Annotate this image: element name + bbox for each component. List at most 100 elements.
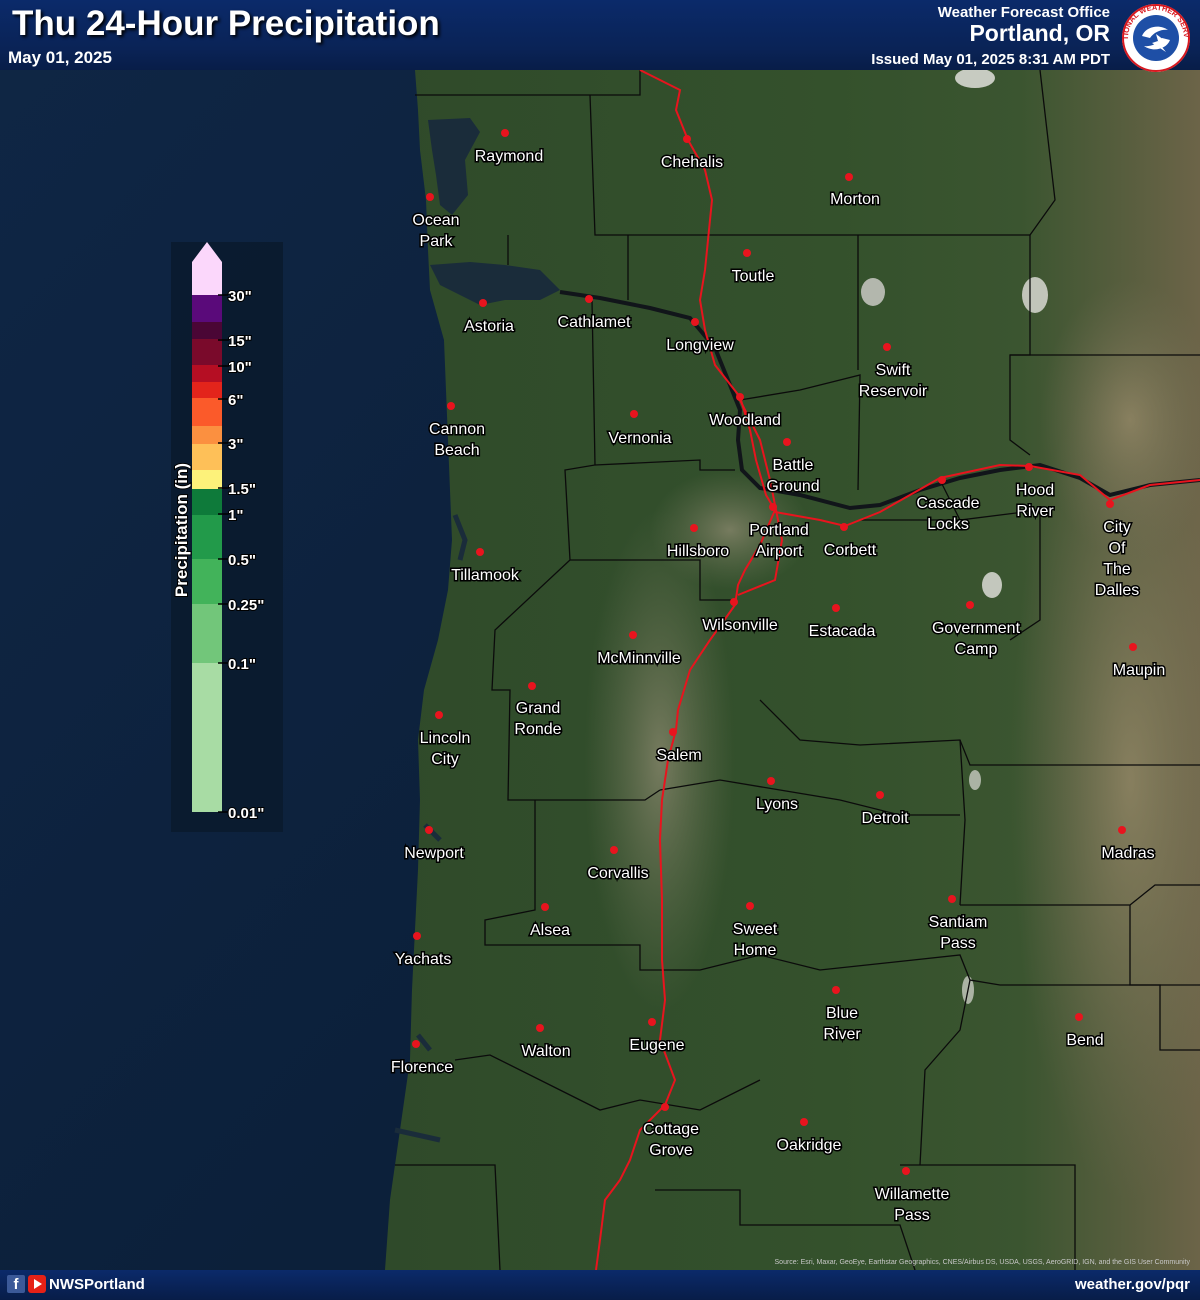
city-marker: Hillsboro	[665, 524, 731, 562]
city-label: Portland	[749, 522, 809, 539]
city-label: Corvallis	[587, 865, 648, 882]
city-marker: Portland Airport	[748, 503, 810, 562]
facebook-icon[interactable]: f	[7, 1275, 25, 1293]
city-label: Eugene	[629, 1037, 684, 1054]
city-markers: Raymond Chehalis Morton Ocean Park Toutle Asto…	[389, 129, 1167, 1226]
city-dot	[832, 986, 840, 994]
city-label: Toutle	[732, 268, 775, 285]
city-label: Park	[420, 233, 454, 250]
city-marker: Estacada	[807, 604, 877, 642]
city-dot	[845, 173, 853, 181]
city-label: McMinnville	[597, 650, 681, 667]
city-marker: Alsea	[528, 903, 572, 941]
city-label: Chehalis	[661, 154, 723, 171]
city-marker: Maupin	[1111, 643, 1167, 681]
city-marker: Ocean Park	[411, 193, 461, 252]
city-label: Salem	[656, 747, 701, 764]
city-label: Battle	[773, 457, 814, 474]
city-marker: Government Camp	[930, 601, 1022, 660]
forecast-graphic: 30" 15" 10" 6" 3" 1.5" 1" 0.5" 0.25" 0.1" 0.01" Pr…	[0, 0, 1200, 1300]
city-marker: Raymond	[473, 129, 545, 167]
city-dot	[1025, 463, 1033, 471]
nws-logo: NATIONAL WEATHER SERVICE	[1120, 2, 1191, 72]
city-label: City	[431, 751, 459, 768]
city-dot	[541, 903, 549, 911]
city-dot	[683, 135, 691, 143]
city-label: Hood	[1016, 482, 1054, 499]
city-label: Morton	[830, 191, 880, 208]
footer-bar: f NWSPortland weather.gov/pqr	[0, 1270, 1200, 1300]
city-dot	[691, 318, 699, 326]
city-dot	[769, 503, 777, 511]
city-dot	[800, 1118, 808, 1126]
city-label: Beach	[434, 442, 479, 459]
office-name: Portland, OR	[969, 20, 1110, 46]
city-marker: Sweet Home	[731, 902, 779, 961]
city-dot	[413, 932, 421, 940]
city-marker: Lincoln City	[418, 711, 472, 770]
city-dot	[661, 1103, 669, 1111]
valid-date: May 01, 2025	[8, 48, 112, 67]
city-marker: Cottage Grove	[641, 1103, 701, 1161]
city-label: Camp	[955, 641, 998, 658]
city-dot	[876, 791, 884, 799]
city-label: Dalles	[1095, 582, 1139, 599]
city-marker: Longview	[665, 318, 736, 356]
city-label: Ground	[766, 478, 819, 495]
city-label: Cathlamet	[558, 314, 631, 331]
city-marker: Detroit	[860, 791, 911, 829]
city-label: River	[823, 1026, 861, 1043]
city-marker: Astoria	[463, 299, 516, 337]
city-dot	[840, 523, 848, 531]
city-label: Estacada	[809, 623, 876, 640]
city-marker: Willamette Pass	[873, 1167, 951, 1226]
city-label: Airport	[755, 543, 803, 560]
city-dot	[585, 295, 593, 303]
city-dot	[629, 631, 637, 639]
city-marker: Morton	[829, 173, 881, 210]
city-dot	[966, 601, 974, 609]
city-label: Grand	[516, 700, 560, 717]
city-dot	[1129, 643, 1137, 651]
city-label: Willamette	[875, 1186, 950, 1203]
city-marker: Oakridge	[775, 1118, 843, 1156]
city-label: Madras	[1101, 845, 1154, 862]
city-marker: Chehalis	[659, 135, 725, 173]
city-dot	[736, 393, 744, 401]
city-dot	[435, 711, 443, 719]
city-label: Woodland	[709, 412, 781, 429]
city-marker: Salem	[655, 728, 703, 766]
city-label: Yachats	[395, 951, 452, 968]
city-label: Blue	[826, 1005, 858, 1022]
city-dot	[743, 249, 751, 257]
city-label: Government	[932, 620, 1021, 637]
city-label: Pass	[894, 1207, 930, 1224]
city-label: Tillamook	[451, 567, 520, 584]
city-label: Ocean	[412, 212, 459, 229]
city-marker: City Of The Dalles	[1093, 500, 1141, 601]
youtube-icon[interactable]	[28, 1275, 46, 1293]
city-label: Cascade	[916, 495, 979, 512]
social-handle[interactable]: NWSPortland	[49, 1276, 145, 1293]
city-dot	[767, 777, 775, 785]
city-label: Santiam	[929, 914, 988, 931]
city-dot	[883, 343, 891, 351]
website-link[interactable]: weather.gov/pqr	[1075, 1276, 1190, 1293]
city-marker: Vernonia	[607, 410, 673, 449]
city-marker: Bend	[1065, 1013, 1105, 1051]
city-label: Raymond	[475, 148, 543, 165]
city-label: Alsea	[530, 922, 570, 939]
city-label: Astoria	[464, 318, 514, 335]
city-dot	[669, 728, 677, 736]
city-dot	[902, 1167, 910, 1175]
city-dot	[948, 895, 956, 903]
city-dot	[476, 548, 484, 556]
city-label: Detroit	[861, 810, 909, 827]
office-label: Weather Forecast Office	[937, 4, 1110, 21]
city-marker: Grand Ronde	[513, 682, 563, 740]
city-label: The	[1103, 561, 1131, 578]
city-dot	[610, 846, 618, 854]
page-title: Thu 24-Hour Precipitation	[12, 4, 440, 43]
city-marker: Hood River	[1014, 463, 1056, 522]
city-marker: Blue River	[822, 986, 863, 1045]
